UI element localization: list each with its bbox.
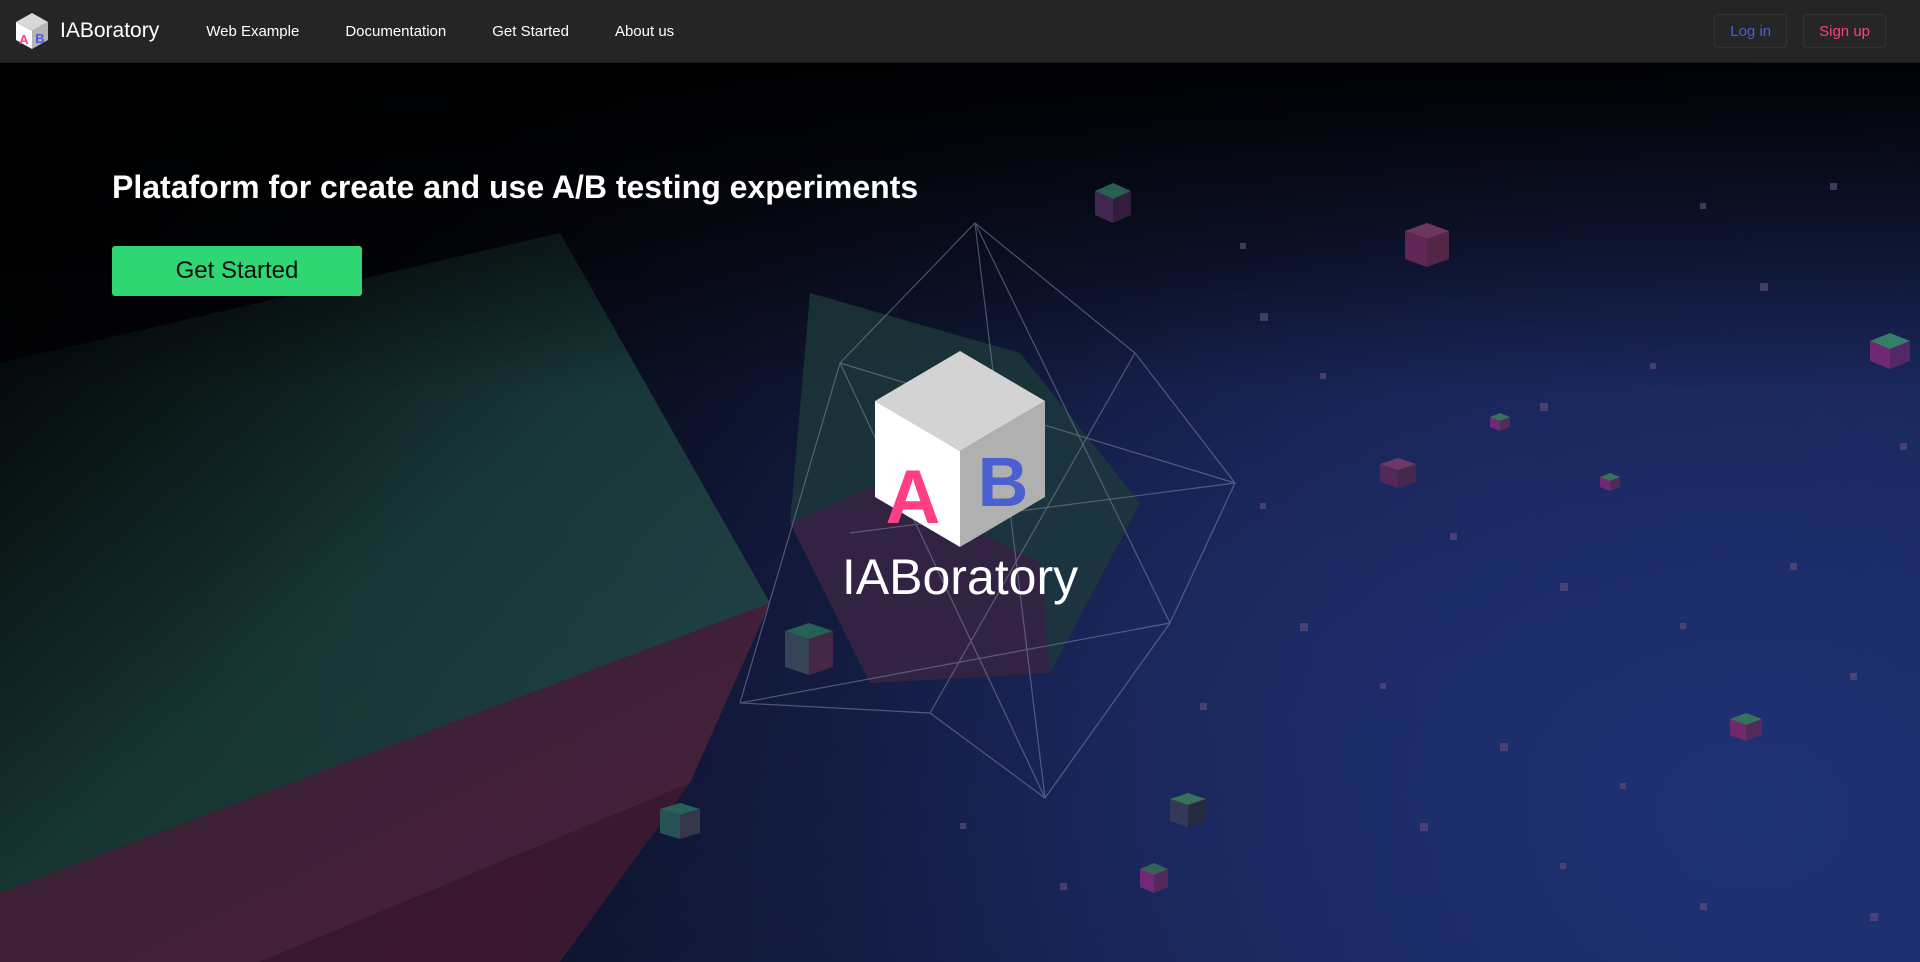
brand-logo-letter-b: B (35, 31, 44, 46)
hero-headline: Plataform for create and use A/B testing… (112, 169, 919, 205)
brand-logo-letter-a: A (19, 32, 29, 47)
auth-buttons: Log in Sign up (1714, 14, 1886, 48)
logo-letter-a: A (886, 455, 941, 540)
nav-link-get-started[interactable]: Get Started (469, 0, 592, 63)
nav-link-about-us[interactable]: About us (592, 0, 697, 63)
login-button[interactable]: Log in (1714, 14, 1788, 48)
brand-home-link[interactable]: A B IABoratory (14, 11, 159, 51)
ab-cube-icon: A B (16, 13, 48, 49)
nav-links: Web Example Documentation Get Started Ab… (183, 0, 697, 63)
logo-letter-b: B (978, 443, 1029, 521)
nav-link-documentation[interactable]: Documentation (322, 0, 469, 63)
nav-link-web-example[interactable]: Web Example (183, 0, 322, 63)
ab-cube-logo: A B (875, 351, 1045, 547)
get-started-button[interactable]: Get Started (112, 246, 362, 296)
top-navbar: A B IABoratory Web Example Documentation… (0, 0, 1920, 63)
logo-title: IABoratory (841, 549, 1079, 605)
brand-name: IABoratory (60, 19, 160, 42)
signup-button[interactable]: Sign up (1803, 14, 1886, 48)
